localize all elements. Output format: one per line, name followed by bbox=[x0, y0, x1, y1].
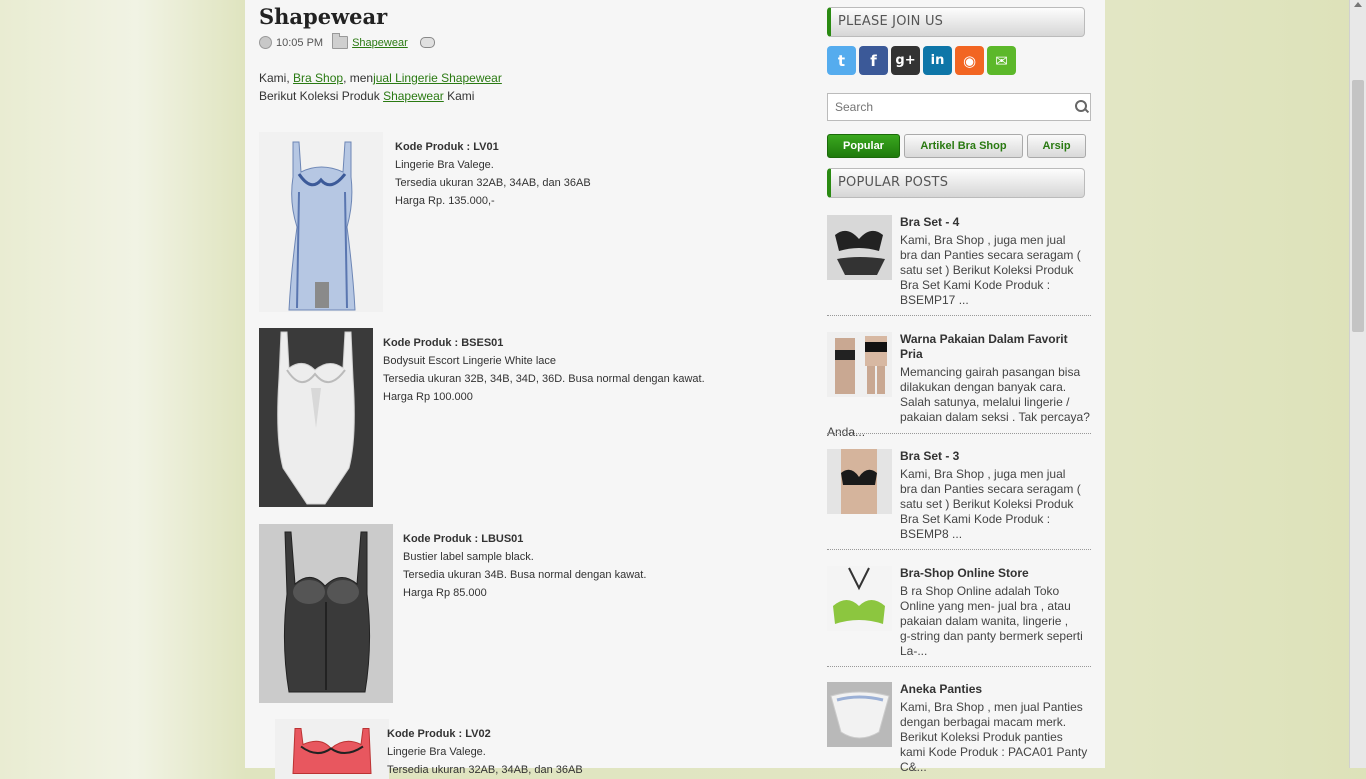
product-text-lv01: Kode Produk : LV01 Lingerie Bra Valege. … bbox=[395, 138, 591, 210]
list-item: Bra Set - 3 Kami, Bra Shop , juga men ju… bbox=[827, 449, 1091, 542]
snippet-tail: BSEMP17 ... bbox=[900, 293, 969, 307]
product-sizes: Tersedia ukuran 34B. Busa normal dengan … bbox=[403, 569, 647, 581]
product-sizes: Tersedia ukuran 32AB, 34AB, dan 36AB bbox=[387, 764, 583, 776]
email-icon[interactable]: ✉ bbox=[987, 46, 1016, 75]
product-image-lv01[interactable] bbox=[259, 132, 383, 312]
post-title-link[interactable]: Bra-Shop Online Store bbox=[900, 566, 1090, 581]
shapewear-link[interactable]: Shapewear bbox=[383, 89, 444, 103]
scrollbar-thumb[interactable] bbox=[1352, 80, 1364, 332]
list-item: Aneka Panties Kami, Bra Shop , men jual … bbox=[827, 682, 1091, 775]
divider bbox=[827, 433, 1091, 434]
post-title-link[interactable]: Warna Pakaian Dalam Favorit Pria bbox=[900, 332, 1090, 362]
search-icon[interactable] bbox=[1075, 100, 1087, 112]
join-us-heading: PLEASE JOIN US bbox=[827, 7, 1085, 37]
googleplus-icon[interactable]: g+ bbox=[891, 46, 920, 75]
product-sizes: Tersedia ukuran 32AB, 34AB, dan 36AB bbox=[395, 177, 591, 189]
post-intro: Kami, Bra Shop, menjual Lingerie Shapewe… bbox=[259, 69, 502, 105]
social-links: t f g+ in ◉ ✉ bbox=[827, 46, 1016, 75]
product-desc: Bodysuit Escort Lingerie White lace bbox=[383, 355, 557, 367]
product-desc: Lingerie Bra Valege. bbox=[387, 746, 486, 758]
product-desc: Bustier label sample black. bbox=[403, 551, 534, 563]
snippet-line: Bra Set Kami Kode Produk : bbox=[900, 512, 1051, 526]
product-price: Harga Rp 100.000 bbox=[383, 391, 473, 403]
intro-line-2: Berikut Koleksi Produk Shapewear Kami bbox=[259, 87, 502, 105]
popular-posts-heading: POPULAR POSTS bbox=[827, 168, 1085, 198]
product-text-lbus01: Kode Produk : LBUS01 Bustier label sampl… bbox=[403, 530, 646, 602]
snippet-tail: La-... bbox=[900, 644, 928, 658]
bra-shop-link[interactable]: Bra Shop bbox=[293, 71, 343, 85]
snippet-tail: BSEMP8 ... bbox=[900, 527, 963, 541]
intro-text: Berikut Koleksi Produk bbox=[259, 89, 384, 103]
product-code: Kode Produk : BSES01 bbox=[383, 337, 504, 349]
intro-line-1: Kami, Bra Shop, menjual Lingerie Shapewe… bbox=[259, 69, 502, 87]
post-thumbnail[interactable] bbox=[827, 566, 892, 631]
divider bbox=[827, 315, 1091, 316]
snippet-line: kami Kode Produk : PACA01 Panty bbox=[900, 745, 1088, 759]
jual-lingerie-link[interactable]: jual Lingerie Shapewear bbox=[373, 71, 502, 85]
comment-icon[interactable] bbox=[419, 37, 435, 48]
list-item: Bra-Shop Online Store B ra Shop Online a… bbox=[827, 566, 1091, 659]
rss-icon[interactable]: ◉ bbox=[955, 46, 984, 75]
product-sizes: Tersedia ukuran 32B, 34B, 34D, 36D. Busa… bbox=[383, 373, 705, 385]
clock-icon bbox=[259, 36, 272, 49]
product-price: Harga Rp. 135.000,- bbox=[395, 195, 495, 207]
post-title-link[interactable]: Bra Set - 3 bbox=[900, 449, 1090, 464]
post-title-link[interactable]: Bra Set - 4 bbox=[900, 215, 1090, 230]
snippet-tail: pakaian dalam seksi . Tak percaya? Anda.… bbox=[827, 410, 1090, 439]
snippet-line: g-string dan panty bermerk seperti bbox=[900, 629, 1083, 643]
post-time: 10:05 PM bbox=[276, 36, 324, 49]
intro-text: Kami bbox=[443, 89, 475, 103]
product-image-lv02[interactable] bbox=[275, 719, 389, 779]
product-price: Harga Rp 85.000 bbox=[403, 587, 487, 599]
tab-popular[interactable]: Popular bbox=[827, 134, 900, 158]
post-meta: 10:05 PM Shapewear bbox=[259, 33, 435, 49]
list-item: Warna Pakaian Dalam Favorit Pria Memanci… bbox=[827, 332, 1091, 440]
divider bbox=[827, 666, 1091, 667]
product-text-bses01: Kode Produk : BSES01 Bodysuit Escort Lin… bbox=[383, 334, 705, 406]
product-code: Kode Produk : LV01 bbox=[395, 141, 499, 153]
product-image-bses01[interactable] bbox=[259, 328, 373, 507]
post-thumbnail[interactable] bbox=[827, 332, 892, 397]
search-input[interactable] bbox=[827, 93, 1091, 121]
product-code: Kode Produk : LBUS01 bbox=[403, 533, 524, 545]
folder-icon bbox=[332, 33, 349, 49]
post-category-link[interactable]: Shapewear bbox=[352, 37, 408, 49]
post-title[interactable]: Shapewear bbox=[259, 4, 387, 29]
product-image-lbus01[interactable] bbox=[259, 524, 393, 703]
product-text-lv02: Kode Produk : LV02 Lingerie Bra Valege. … bbox=[387, 725, 583, 779]
list-item: Bra Set - 4 Kami, Bra Shop , juga men ju… bbox=[827, 215, 1091, 308]
tab-artikel-bra-shop[interactable]: Artikel Bra Shop bbox=[904, 134, 1023, 158]
intro-text: Kami, bbox=[259, 71, 294, 85]
post-title-link[interactable]: Aneka Panties bbox=[900, 682, 1090, 697]
product-code: Kode Produk : LV02 bbox=[387, 728, 491, 740]
snippet-line: Salah satunya, melalui lingerie / bbox=[900, 395, 1070, 409]
page-scrollbar[interactable] bbox=[1349, 0, 1366, 768]
post-thumbnail[interactable] bbox=[827, 682, 892, 747]
facebook-icon[interactable]: f bbox=[859, 46, 888, 75]
linkedin-icon[interactable]: in bbox=[923, 46, 952, 75]
twitter-icon[interactable]: t bbox=[827, 46, 856, 75]
tab-arsip[interactable]: Arsip bbox=[1027, 134, 1086, 158]
sidebar-tabs: Popular Artikel Bra Shop Arsip bbox=[827, 134, 1086, 158]
intro-text: , men bbox=[343, 71, 374, 85]
post-thumbnail[interactable] bbox=[827, 449, 892, 514]
divider bbox=[827, 549, 1091, 550]
snippet-line: Bra Set Kami Kode Produk : bbox=[900, 278, 1051, 292]
product-desc: Lingerie Bra Valege. bbox=[395, 159, 494, 171]
post-thumbnail[interactable] bbox=[827, 215, 892, 280]
scroll-up-arrow-icon[interactable] bbox=[1354, 2, 1362, 7]
